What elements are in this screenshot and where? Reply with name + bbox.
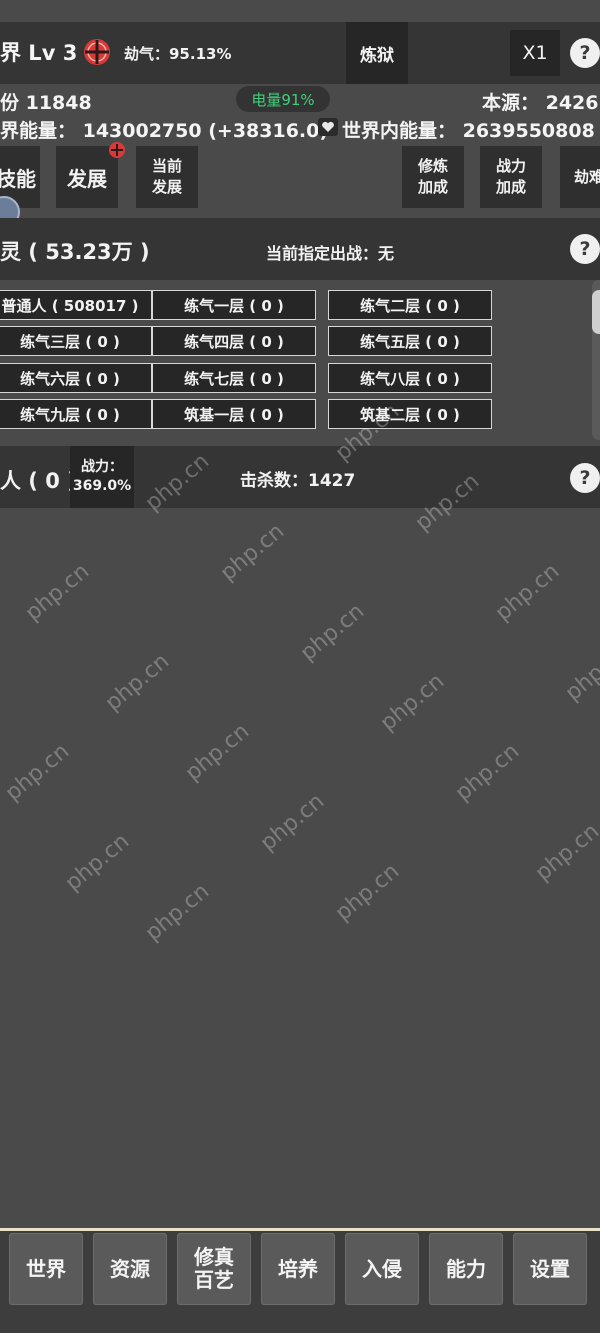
tribulation-cross-icon[interactable] [82,37,112,67]
watermark-text: php.cn [375,668,450,737]
tribulation-nav-button[interactable]: 劫难 [560,146,600,208]
watermark-text: php.cn [215,518,290,587]
spirit-level-cell[interactable]: 练气九层 ( 0 ) [0,399,152,429]
watermark-text: php.cn [330,858,405,927]
current-assigned-text: 当前指定出战：无 [266,244,395,263]
tab-label: 资源 [110,1256,150,1281]
power-box: 战力： 369.0% [70,446,134,508]
power-bonus-line2: 加成 [495,178,526,196]
battery-badge: 电量91% [236,86,330,112]
watermark-text: php.cn [20,558,95,627]
develop-label: 发展 [67,166,107,191]
spirit-level-cell[interactable]: 练气七层 ( 0 ) [152,363,316,393]
watermark-text: php.cn [560,638,600,707]
tab-3[interactable]: 培养 [261,1233,335,1305]
shares-value: 份 11848 [0,92,92,114]
tribulation-nav-label: 劫难 [574,167,600,186]
tab-0[interactable]: 世界 [9,1233,83,1305]
tab-label-line: 修真 [194,1245,234,1269]
tab-label: 能力 [446,1256,486,1281]
skills-label: 技能 [0,166,36,191]
enemy-title: 人 ( 0 ) [0,469,77,493]
cultivate-bonus-line2: 加成 [417,178,448,196]
lianyu-button[interactable]: 炼狱 [346,22,408,84]
spirit-help-icon[interactable]: ? [570,234,600,264]
develop-alert-icon [109,142,125,158]
watermark-text: php.cn [295,598,370,667]
spirit-level-cell[interactable]: 普通人 ( 508017 ) [0,290,152,320]
speed-button[interactable]: X1 [510,30,560,76]
spirit-level-cell[interactable]: 练气八层 ( 0 ) [328,363,492,393]
tab-2[interactable]: 修真 百艺 [177,1233,251,1305]
tab-5[interactable]: 能力 [429,1233,503,1305]
power-bonus-line1: 战力 [495,157,526,175]
world-energy-value: 界能量： 143002750 (+38316.0) [0,120,329,142]
spirit-level-cell[interactable]: 练气六层 ( 0 ) [0,363,152,393]
spirit-level-cell[interactable]: 筑基二层 ( 0 ) [328,399,492,429]
spirit-level-cell[interactable]: 练气一层 ( 0 ) [152,290,316,320]
source-value: 本源： 2426 [482,92,599,114]
tab-label: 入侵 [362,1256,402,1281]
spirit-level-cell[interactable]: 练气五层 ( 0 ) [328,326,492,356]
watermark-text: php.cn [140,878,215,947]
spirit-level-cell[interactable]: 练气三层 ( 0 ) [0,326,152,356]
watermark-text: php.cn [530,818,600,887]
spirit-title: 灵 ( 53.23万 ) [0,240,150,264]
current-develop-line1: 当前 [151,157,182,175]
tab-1[interactable]: 资源 [93,1233,167,1305]
power-label: 战力： [81,459,123,475]
help-icon[interactable]: ? [570,38,600,68]
power-bonus-button[interactable]: 战力 加成 [480,146,542,208]
current-develop-button[interactable]: 当前 发展 [136,146,198,208]
scrollbar-thumb[interactable] [592,290,600,334]
watermark-text: php.cn [255,788,330,857]
cultivate-bonus-line1: 修炼 [417,157,448,175]
spirit-level-cell[interactable]: 练气四层 ( 0 ) [152,326,316,356]
power-value: 369.0% [72,478,132,494]
watermark-text: php.cn [60,828,135,897]
enemy-help-icon[interactable]: ? [570,463,600,493]
spirit-level-cell[interactable]: 练气二层 ( 0 ) [328,290,492,320]
watermark-text: php.cn [0,738,75,807]
tab-4[interactable]: 入侵 [345,1233,419,1305]
tab-label: 设置 [530,1256,570,1281]
kill-count: 击杀数：1427 [240,471,356,491]
heart-icon[interactable] [318,118,338,136]
world-level-title: 界 Lv 3 [0,41,78,65]
inner-energy-value: 世界内能量： 2639550808 [342,120,595,142]
watermark-text: php.cn [180,718,255,787]
watermark-text: php.cn [490,558,565,627]
watermark-text: php.cn [100,648,175,717]
tab-label: 世界 [26,1256,66,1281]
tab-label-line: 百艺 [194,1268,234,1292]
tribulation-value: 劫气：95.13% [124,45,232,63]
tab-label: 培养 [278,1256,318,1281]
cultivate-bonus-button[interactable]: 修炼 加成 [402,146,464,208]
spirit-level-cell[interactable]: 筑基一层 ( 0 ) [152,399,316,429]
current-develop-line2: 发展 [151,178,182,196]
tab-6[interactable]: 设置 [513,1233,587,1305]
watermark-text: php.cn [450,738,525,807]
